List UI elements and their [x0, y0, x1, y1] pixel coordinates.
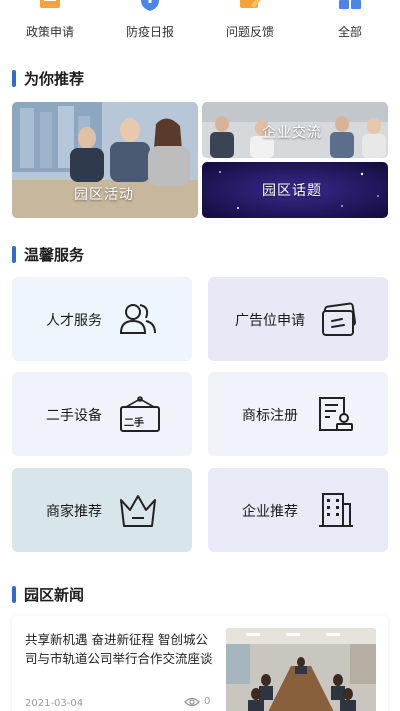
trademark-doc-icon [319, 397, 353, 431]
service-label-secondhand: 二手设备 [46, 408, 102, 424]
quick-label-all: 全部 [337, 25, 362, 39]
recommend-card-enterprise-exchange[interactable]: 企业交流 [202, 102, 388, 158]
service-tile-trademark[interactable]: 商标注册 [208, 372, 388, 456]
section-services-title: 温馨服务 [24, 245, 85, 264]
service-tile-merchant[interactable]: 商家推荐 [12, 468, 192, 552]
edit-feedback-icon [240, 0, 262, 8]
news-card[interactable]: 共享新机遇 奋进新征程 智创城公司与市轨道公司举行合作交流座谈 2021-03-… [12, 616, 388, 711]
section-services-header: 温馨服务 [12, 244, 84, 264]
grid-all-icon [339, 0, 361, 9]
quick-menu: 政策申请 防疫日报 问题反馈 全部 [0, 0, 400, 48]
secondhand-sign-text: 二手 [124, 418, 144, 429]
ad-card-icon [322, 302, 357, 336]
quick-label-policy: 政策申请 [25, 25, 74, 39]
service-tile-secondhand[interactable]: 二手设备 二手 [12, 372, 192, 456]
section-recommend-header: 为你推荐 [12, 68, 84, 88]
section-accent-bar [12, 245, 16, 263]
park-activity-label: 园区活动 [74, 187, 134, 203]
building-icon [319, 493, 353, 527]
park-topic-label: 园区话题 [262, 183, 322, 199]
service-label-ad: 广告位申请 [235, 313, 305, 329]
service-label-merchant: 商家推荐 [46, 504, 102, 520]
section-accent-bar [12, 69, 16, 87]
news-date: 2021-03-04 [25, 698, 84, 709]
news-title: 共享新机遇 奋进新征程 智创城公司与市轨道公司举行合作交流座谈 [25, 632, 213, 666]
document-list-icon [40, 0, 60, 8]
recommend-card-park-topic[interactable]: 园区话题 [202, 162, 388, 218]
recommend-card-park-activity[interactable]: 园区活动 [12, 102, 198, 218]
quick-label-feedback: 问题反馈 [225, 25, 274, 39]
section-news-title: 园区新闻 [24, 585, 85, 604]
service-label-enterprise: 企业推荐 [242, 504, 298, 520]
eye-icon [184, 697, 200, 706]
service-label-talent: 人才服务 [46, 313, 102, 329]
shield-plus-icon [141, 0, 159, 11]
section-accent-bar [12, 585, 16, 603]
enterprise-exchange-label: 企业交流 [262, 125, 322, 141]
service-label-trademark: 商标注册 [242, 408, 298, 424]
people-icon [119, 304, 156, 334]
news-views: 0 [184, 696, 210, 707]
service-tile-talent[interactable]: 人才服务 [12, 277, 192, 361]
news-view-count: 0 [204, 696, 211, 707]
service-tile-enterprise[interactable]: 企业推荐 [208, 468, 388, 552]
service-tile-ad[interactable]: 广告位申请 [208, 277, 388, 361]
quick-label-epidemic: 防疫日报 [125, 25, 174, 39]
section-news-header: 园区新闻 [12, 584, 84, 604]
section-recommend-title: 为你推荐 [24, 69, 85, 88]
crown-icon [120, 495, 156, 527]
meeting-photo [226, 628, 376, 711]
news-thumbnail [226, 628, 376, 711]
